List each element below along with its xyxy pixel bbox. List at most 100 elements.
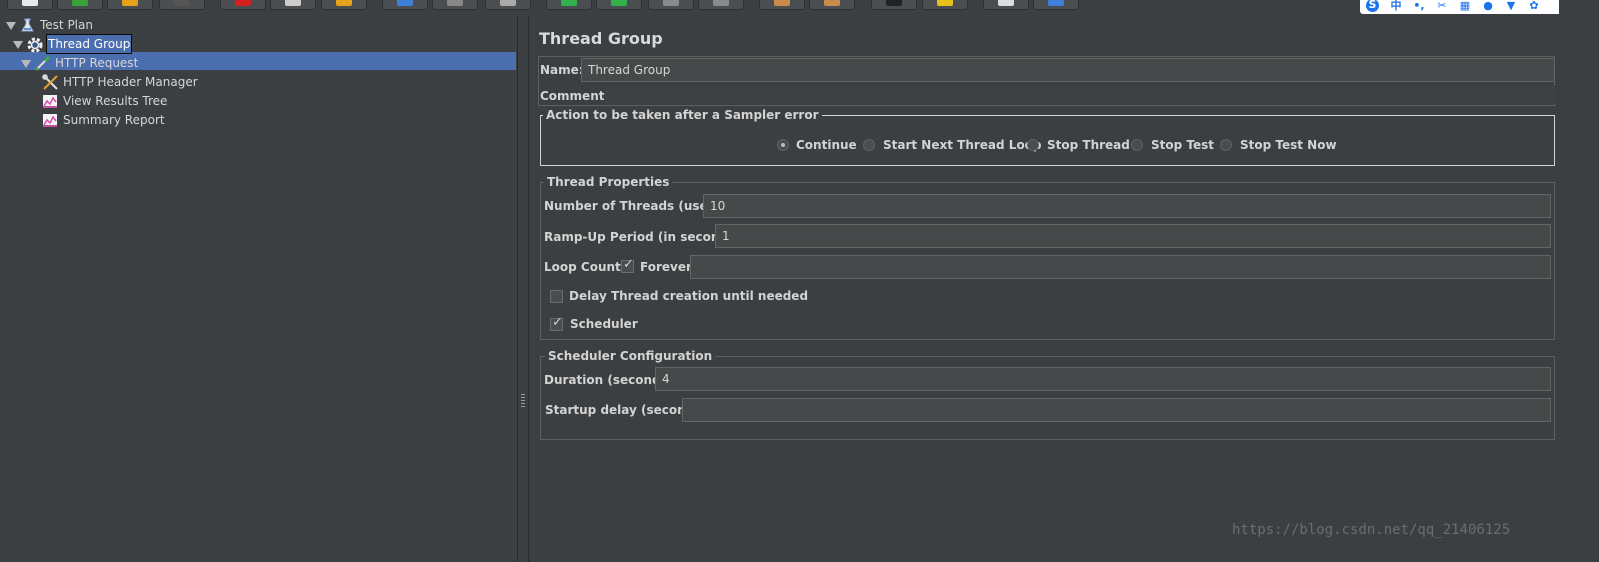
number-of-threads-field[interactable]: 10 bbox=[703, 194, 1551, 218]
new-button[interactable] bbox=[7, 0, 53, 10]
expand-arrow-icon[interactable] bbox=[13, 41, 23, 49]
collapse-icon bbox=[447, 0, 463, 6]
help-icon bbox=[1048, 0, 1064, 6]
thread-properties-legend: Thread Properties bbox=[544, 175, 673, 189]
templates-icon bbox=[72, 0, 88, 6]
tree-item-label: Thread Group bbox=[45, 34, 133, 54]
ramp-up-period-field[interactable]: 1 bbox=[715, 224, 1551, 248]
save-icon bbox=[174, 0, 190, 6]
clear-all-icon bbox=[824, 0, 840, 6]
header-manager-tools-icon bbox=[42, 74, 59, 91]
forever-label[interactable]: Forever bbox=[640, 260, 692, 274]
duration-label: Duration (seconds) bbox=[544, 373, 674, 387]
paste-button[interactable] bbox=[321, 0, 367, 10]
reset-search-button[interactable] bbox=[922, 0, 968, 10]
reset-search-icon bbox=[937, 0, 953, 6]
summary-report-chart-icon bbox=[42, 112, 59, 129]
user-icon[interactable]: ● bbox=[1481, 0, 1495, 11]
templates-button[interactable] bbox=[57, 0, 103, 10]
checkmark-icon: ✓ bbox=[623, 257, 634, 272]
cut-icon bbox=[235, 0, 251, 6]
function-helper-icon bbox=[998, 0, 1014, 6]
thread-group-panel: Thread Group Name: Thread Group Comments… bbox=[528, 16, 1599, 562]
search-button[interactable] bbox=[871, 0, 917, 10]
thread-group-gear-icon bbox=[26, 36, 43, 53]
help-button[interactable] bbox=[1033, 0, 1079, 10]
function-helper-button[interactable] bbox=[983, 0, 1029, 10]
scheduler-configuration-legend: Scheduler Configuration bbox=[545, 349, 716, 363]
expand-arrow-icon[interactable] bbox=[21, 60, 31, 68]
test-plan-icon bbox=[19, 17, 36, 34]
test-plan-tree: Test Plan Thread Group HTTP Request HTTP… bbox=[0, 16, 517, 562]
keyboard-icon[interactable]: ▦ bbox=[1458, 0, 1472, 11]
tree-item-label: HTTP Request bbox=[55, 56, 139, 70]
stop-thread-label[interactable]: Stop Thread bbox=[1047, 138, 1130, 152]
continue-label[interactable]: Continue bbox=[796, 138, 857, 152]
tree-item-label: Test Plan bbox=[40, 18, 93, 32]
sampler-error-legend: Action to be taken after a Sampler error bbox=[543, 108, 822, 122]
stop-thread-radio[interactable] bbox=[1027, 139, 1039, 151]
delay-thread-creation-checkbox[interactable] bbox=[550, 290, 563, 303]
startup-delay-field[interactable] bbox=[682, 398, 1551, 422]
new-icon bbox=[22, 0, 38, 6]
continue-radio[interactable] bbox=[777, 139, 789, 151]
stop-test-label[interactable]: Stop Test bbox=[1151, 138, 1214, 152]
cut-button[interactable] bbox=[220, 0, 266, 10]
shirt-icon[interactable]: ▼ bbox=[1504, 0, 1518, 11]
paste-icon bbox=[336, 0, 352, 6]
clear-button[interactable] bbox=[759, 0, 805, 10]
ime-toolbar: S 中 •, ✂ ▦ ● ▼ ✿ bbox=[1360, 0, 1559, 14]
toggle-icon bbox=[500, 0, 516, 6]
scheduler-label[interactable]: Scheduler bbox=[570, 317, 638, 331]
stop-icon bbox=[663, 0, 679, 6]
duration-field[interactable]: 4 bbox=[655, 367, 1551, 391]
save-button[interactable] bbox=[159, 0, 205, 10]
expand-icon bbox=[397, 0, 413, 6]
scheduler-checkbox[interactable]: ✓ bbox=[550, 315, 563, 331]
copy-button[interactable] bbox=[270, 0, 316, 10]
comments-field[interactable] bbox=[605, 86, 1555, 104]
tree-item-label: Summary Report bbox=[63, 113, 165, 127]
toggle-button[interactable] bbox=[485, 0, 531, 10]
forever-checkbox[interactable]: ✓ bbox=[621, 257, 634, 273]
stop-button[interactable] bbox=[648, 0, 694, 10]
open-icon bbox=[122, 0, 138, 6]
start-button[interactable] bbox=[546, 0, 592, 10]
tree-item-label: HTTP Header Manager bbox=[63, 75, 198, 89]
scissors-icon[interactable]: ✂ bbox=[1435, 0, 1449, 11]
tree-item-label: View Results Tree bbox=[63, 94, 168, 108]
expand-arrow-icon[interactable] bbox=[6, 22, 16, 30]
copy-icon bbox=[285, 0, 301, 6]
page-title: Thread Group bbox=[539, 29, 663, 48]
start-no-pauses-button[interactable] bbox=[596, 0, 642, 10]
loop-count-field[interactable] bbox=[690, 255, 1551, 279]
loop-count-label: Loop Count: bbox=[544, 260, 626, 274]
stop-test-radio[interactable] bbox=[1131, 139, 1143, 151]
start-next-thread-loop-radio[interactable] bbox=[863, 139, 875, 151]
divider-grip-icon[interactable] bbox=[521, 394, 525, 408]
stop-test-now-label[interactable]: Stop Test Now bbox=[1240, 138, 1337, 152]
name-label: Name: bbox=[540, 63, 584, 77]
csdn-watermark: https://blog.csdn.net/qq_21406125 bbox=[1232, 522, 1511, 538]
shutdown-icon bbox=[713, 0, 729, 6]
sogou-logo-icon[interactable]: S bbox=[1366, 0, 1379, 12]
punctuation-icon[interactable]: •, bbox=[1412, 0, 1426, 11]
name-field[interactable]: Thread Group bbox=[581, 58, 1555, 82]
view-results-tree-chart-icon bbox=[42, 93, 59, 110]
delay-thread-creation-label[interactable]: Delay Thread creation until needed bbox=[569, 289, 808, 303]
collapse-button[interactable] bbox=[432, 0, 478, 10]
search-icon bbox=[886, 0, 902, 6]
clear-all-button[interactable] bbox=[809, 0, 855, 10]
start-icon bbox=[561, 0, 577, 6]
settings-icon[interactable]: ✿ bbox=[1527, 0, 1541, 11]
start-no-pauses-icon bbox=[611, 0, 627, 6]
open-button[interactable] bbox=[107, 0, 153, 10]
chinese-mode-icon[interactable]: 中 bbox=[1389, 0, 1403, 11]
http-request-pipette-icon bbox=[34, 55, 51, 72]
checkmark-icon: ✓ bbox=[552, 315, 563, 330]
start-next-thread-loop-label[interactable]: Start Next Thread Loop bbox=[883, 138, 1042, 152]
shutdown-button[interactable] bbox=[698, 0, 744, 10]
expand-button[interactable] bbox=[382, 0, 428, 10]
clear-icon bbox=[774, 0, 790, 6]
stop-test-now-radio[interactable] bbox=[1220, 139, 1232, 151]
